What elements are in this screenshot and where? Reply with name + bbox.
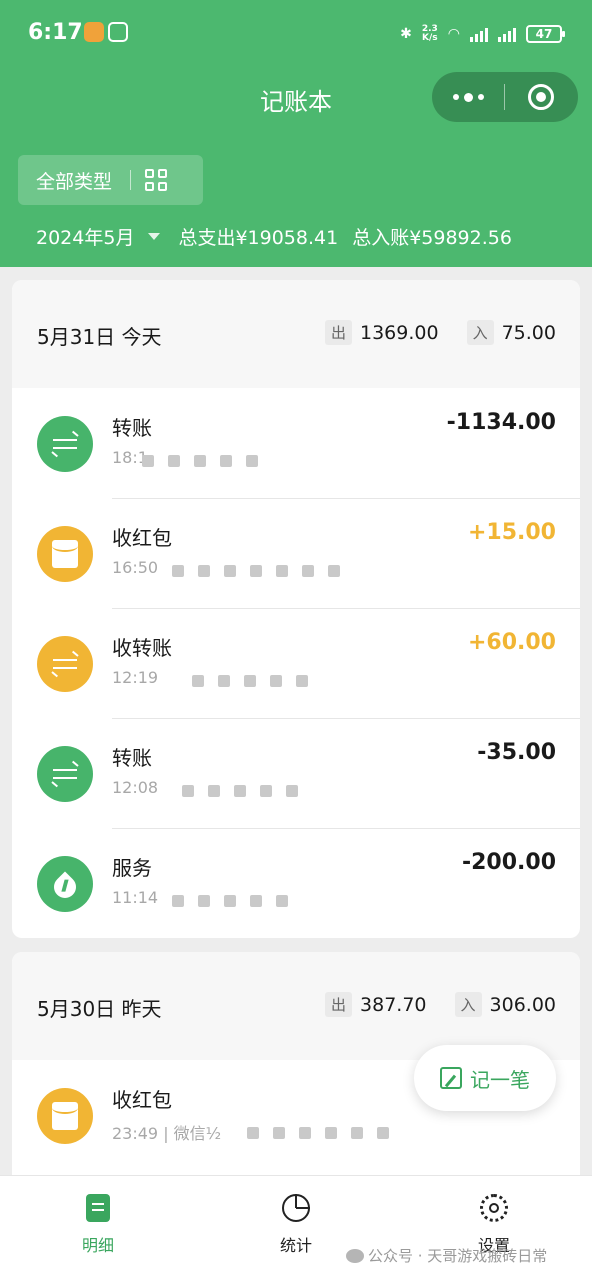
- transaction-title: 转账: [112, 416, 152, 440]
- redacted-details: [182, 785, 298, 797]
- month-selector[interactable]: 2024年5月: [36, 223, 134, 250]
- tab-details[interactable]: 明细: [38, 1194, 158, 1256]
- dot-icon: [463, 92, 473, 102]
- transaction-amount: -35.00: [477, 740, 556, 765]
- redacted-details: [247, 1127, 389, 1139]
- transaction-title: 收红包: [112, 526, 172, 550]
- income-tag: 入: [454, 992, 482, 1017]
- transaction-time: 12:19: [112, 668, 159, 687]
- transaction-method: | 微信½: [163, 1124, 222, 1143]
- battery-icon: 47: [526, 25, 565, 43]
- transaction-row[interactable]: 服务 11:14 -200.00: [12, 828, 580, 938]
- day-totals: 出 1369.00 入 75.00: [324, 320, 556, 345]
- month-summary: 2024年5月 总支出¥19058.41 总入账¥59892.56: [36, 223, 512, 250]
- watermark-text: 公众号 · 天哥游戏搬砖日常: [368, 1247, 548, 1265]
- category-filter-label: 全部类型: [36, 170, 113, 193]
- nfc-icon: [108, 22, 128, 42]
- bluetooth-icon: ✱: [400, 26, 412, 42]
- day-header: 5月31日 今天 出 1369.00 入 75.00: [12, 280, 580, 388]
- document-icon: [86, 1194, 110, 1222]
- dot-icon: [477, 94, 484, 100]
- transfer-icon: [37, 636, 93, 692]
- day-card: 5月31日 今天 出 1369.00 入 75.00 转账 18:1 -1134…: [12, 280, 580, 938]
- close-ring-icon: [528, 84, 554, 110]
- transaction-time: 12:08: [112, 778, 159, 797]
- header: 6:17 ✱ 2.3 K/s ◠ 47 记账本 全部类型 2024年5月 总支出…: [0, 0, 592, 267]
- transaction-row[interactable]: 转账 12:08 -35.00: [12, 718, 580, 828]
- transaction-title: 收红包: [112, 1088, 172, 1112]
- network-speed: 2.3 K/s: [421, 24, 438, 43]
- redacted-details: [192, 675, 308, 687]
- day-title: 5月30日 昨天: [37, 997, 162, 1021]
- chevron-down-icon[interactable]: [148, 233, 161, 240]
- signal-icon: [470, 26, 488, 42]
- transfer-icon: [37, 746, 93, 802]
- redacted-details: [142, 455, 258, 467]
- transaction-time: 23:49 | 微信½: [112, 1124, 222, 1143]
- total-expense: 总支出¥19058.41: [178, 227, 339, 249]
- transaction-row[interactable]: 转账 18:1 -1134.00: [12, 388, 580, 498]
- wifi-icon: ◠: [447, 26, 460, 42]
- category-grid-icon: [145, 169, 168, 191]
- transaction-title: 转账: [112, 746, 152, 770]
- tab-statistics[interactable]: 统计: [236, 1194, 356, 1256]
- gear-icon: [480, 1194, 508, 1222]
- day-expense: 1369.00: [360, 321, 439, 344]
- more-menu-button[interactable]: [432, 72, 504, 122]
- redacted-details: [172, 895, 288, 907]
- category-filter-button[interactable]: 全部类型: [18, 155, 203, 205]
- transaction-amount: -200.00: [461, 850, 556, 875]
- status-time: 6:17: [28, 20, 83, 45]
- signal-icon-2: [498, 26, 516, 42]
- status-bar: 6:17 ✱ 2.3 K/s ◠ 47: [0, 0, 592, 70]
- day-income: 306.00: [489, 993, 556, 1016]
- wechat-icon: [346, 1248, 364, 1263]
- pie-chart-icon: [282, 1194, 310, 1222]
- red-packet-icon: [37, 526, 93, 582]
- transaction-amount: -1134.00: [446, 410, 556, 435]
- add-record-button[interactable]: 记一笔: [414, 1045, 556, 1111]
- close-mini-program-button[interactable]: [505, 72, 577, 122]
- mini-program-capsule: [432, 72, 578, 122]
- transaction-amount: +60.00: [467, 630, 556, 655]
- add-record-label: 记一笔: [470, 1067, 530, 1092]
- redacted-details: [172, 565, 340, 577]
- watermark: 公众号 · 天哥游戏搬砖日常: [346, 1245, 547, 1266]
- tab-label: 统计: [279, 1236, 312, 1255]
- transaction-amount: +15.00: [467, 520, 556, 545]
- transaction-time: 11:14: [112, 888, 159, 907]
- dot-icon: [452, 94, 459, 100]
- transaction-row[interactable]: 收转账 12:19 +60.00: [12, 608, 580, 718]
- total-income: 总入账¥59892.56: [352, 227, 512, 249]
- transfer-icon: [37, 416, 93, 472]
- expense-tag: 出: [325, 992, 353, 1017]
- transaction-title: 收转账: [112, 636, 172, 660]
- income-tag: 入: [466, 320, 494, 345]
- red-packet-icon: [37, 1088, 93, 1144]
- day-title: 5月31日 今天: [37, 325, 162, 349]
- transaction-title: 服务: [112, 856, 152, 880]
- day-income: 75.00: [501, 321, 556, 344]
- day-expense: 387.70: [360, 993, 427, 1016]
- day-totals: 出 387.70 入 306.00: [325, 992, 556, 1017]
- tab-label: 明细: [81, 1236, 114, 1255]
- service-icon: [37, 856, 93, 912]
- filter-divider: [130, 170, 132, 190]
- transaction-time: 16:50: [112, 558, 159, 577]
- expense-tag: 出: [324, 320, 352, 345]
- transaction-row[interactable]: 收红包 16:50 +15.00: [12, 498, 580, 608]
- day-header: 5月30日 昨天 出 387.70 入 306.00: [12, 952, 580, 1060]
- edit-icon: [440, 1067, 462, 1089]
- app-notification-icon: [84, 22, 104, 42]
